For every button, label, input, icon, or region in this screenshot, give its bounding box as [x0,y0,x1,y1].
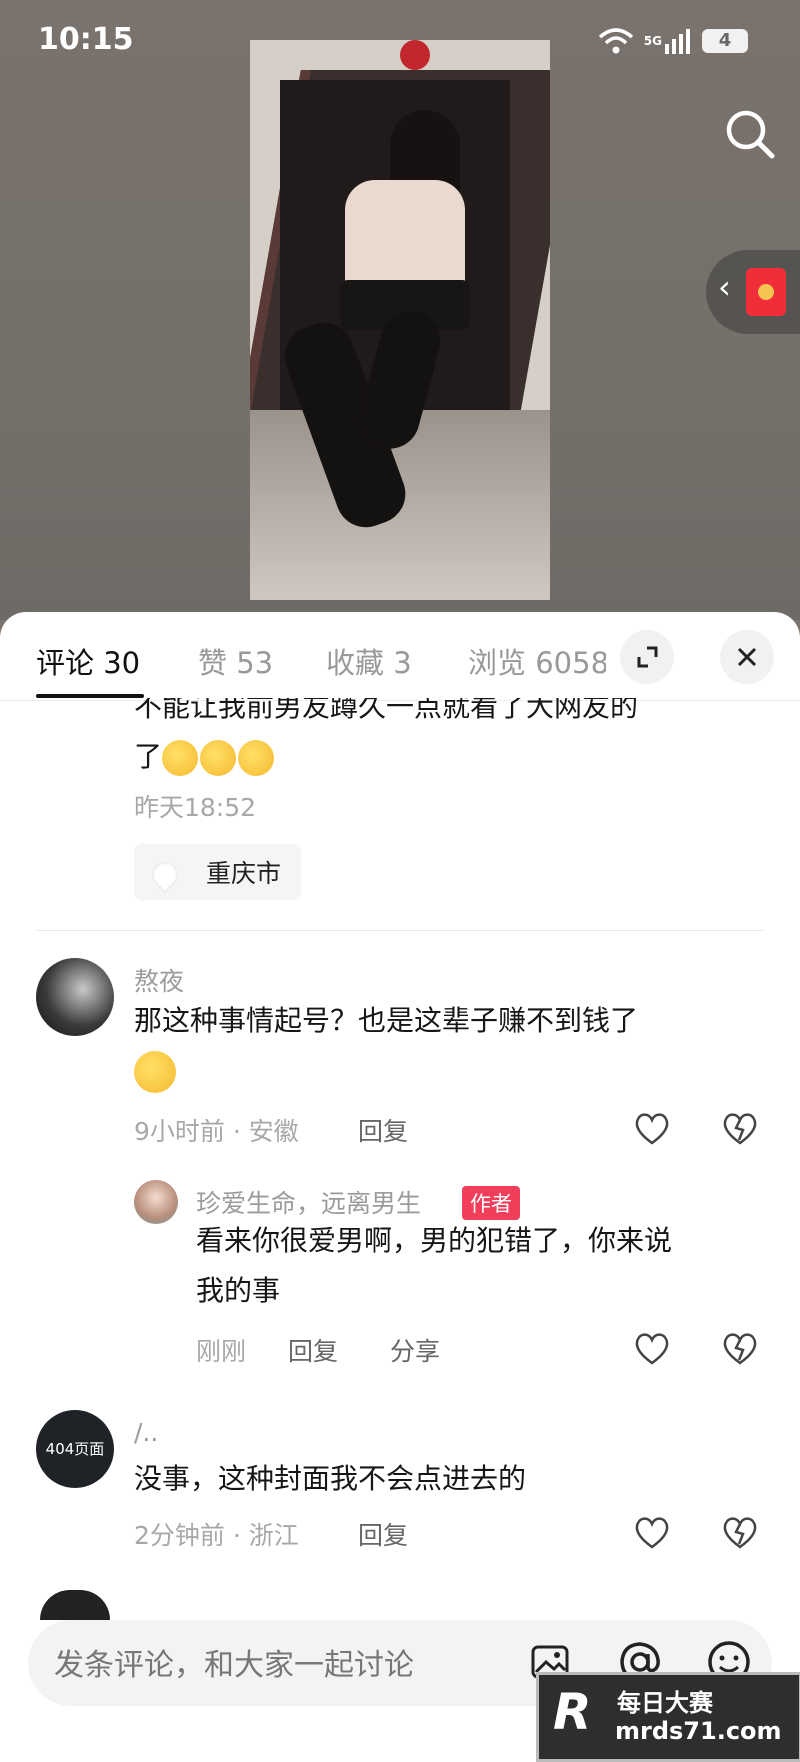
reply-text: 看来你很爱男啊，男的犯错了，你来说 我的事 [196,1224,673,1307]
reply-time: 刚刚 [196,1337,247,1366]
tab-comments[interactable]: 评论 30 [36,640,140,682]
reply-avatar[interactable] [134,1180,178,1224]
watermark-url: mrds71.com [615,1717,782,1745]
wifi-icon [598,28,633,54]
search-button[interactable] [720,104,780,164]
post-image-area[interactable] [0,0,800,620]
active-tab-indicator [36,694,144,698]
close-button[interactable] [720,630,774,684]
comment-tabs: 评论 30 赞 53 收藏 3 浏览 6058 [0,612,800,702]
reply-button[interactable]: 回复 [358,1516,408,1552]
dislike-broken-heart-icon[interactable] [720,1512,760,1552]
comment-divider [36,930,764,931]
reply-button[interactable]: 回复 [288,1332,338,1368]
network-type: 5G [643,34,662,48]
tab-views[interactable]: 浏览 6058 [468,640,606,682]
comment-username[interactable]: 熬夜 [134,962,184,998]
tab-likes[interactable]: 赞 53 [198,640,273,682]
comment-username[interactable]: /.. [134,1418,158,1447]
status-time: 10:15 [38,22,134,57]
location-chip[interactable]: 重庆市 [134,844,301,900]
status-icons: 5G 4 [598,24,748,58]
close-icon [737,647,757,667]
post-photo[interactable] [250,40,550,600]
watermark-logo: R [553,1683,592,1741]
comment-text: 不能让我前男友蹲久一点就看了大网友的 [134,698,639,723]
signal-icon [665,29,690,54]
search-icon [726,110,775,159]
reply-button[interactable]: 回复 [358,1112,408,1148]
watermark: R 每日大赛 mrds71.com [536,1672,800,1762]
tab-favorites[interactable]: 收藏 3 [326,640,412,682]
red-packet-tab[interactable]: ‹ [706,250,800,334]
comment-input-placeholder[interactable]: 发条评论，和大家一起讨论 [54,1640,414,1684]
expand-icon [637,646,658,668]
comment-text-line2: 了 [134,732,774,782]
like-heart-icon[interactable] [632,1328,672,1368]
status-bar: 10:15 5G 4 [0,0,800,80]
avatar[interactable]: 404页面 [36,1410,114,1488]
hug-emoji-icon [238,740,275,776]
hug-emoji-icon [200,740,237,776]
dislike-broken-heart-icon[interactable] [720,1108,760,1148]
like-heart-icon[interactable] [632,1512,672,1552]
dislike-broken-heart-icon[interactable] [720,1328,760,1368]
hug-emoji-icon [162,740,199,776]
comment-sheet: 评论 30 赞 53 收藏 3 浏览 6058 不能让我前男友蹲久一点就看了大网… [0,612,800,1762]
expand-button[interactable] [620,630,674,684]
location-pin-icon [146,856,184,894]
comment-time: 昨天18:52 [134,793,257,822]
comment-text: 没事，这种封面我不会点进去的 [134,1462,527,1495]
battery-indicator: 4 [702,29,748,53]
avatar[interactable] [40,1590,110,1620]
watermark-title: 每日大赛 [617,1689,713,1717]
chevron-left-icon: ‹ [718,268,731,306]
pleading-emoji-icon [134,1051,176,1093]
comment-item: 不能让我前男友蹲久一点就看了大网友的 了 昨天18:52 重庆市 [134,698,774,928]
author-badge: 作者 [462,1186,520,1220]
red-packet-icon [746,268,786,316]
red-packet-seal [758,284,774,300]
comment-meta: 2分钟前 · 浙江 [134,1521,299,1550]
like-heart-icon[interactable] [632,1108,672,1148]
share-button[interactable]: 分享 [390,1332,440,1368]
comment-text: 那这种事情起号？也是这辈子赚不到钱了 [134,996,754,1096]
figure-body [345,180,465,290]
avatar[interactable] [36,958,114,1036]
comment-meta: 9小时前 · 安徽 [134,1117,299,1146]
reply-username[interactable]: 珍爱生命，远离男生 [196,1184,421,1220]
